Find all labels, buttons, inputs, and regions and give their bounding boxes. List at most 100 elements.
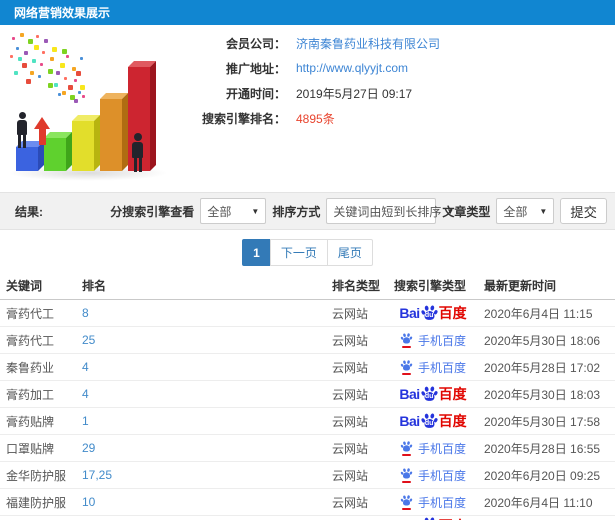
baidu-logo: Bai du 百度 <box>399 385 467 403</box>
page-button-current[interactable]: 1 <box>242 239 271 266</box>
mobile-baidu-paw-icon <box>400 494 413 510</box>
info-label: 推广地址： <box>225 61 286 76</box>
bar-blue <box>16 141 44 171</box>
info-value[interactable]: 济南秦鲁药业科技有限公司 <box>296 35 440 52</box>
engine-view-select[interactable]: 全部 ▼ <box>200 198 267 224</box>
info-row: 会员公司： 济南秦鲁药业科技有限公司 <box>168 33 608 53</box>
header-updated: 最新更新时间 <box>484 279 557 293</box>
updated-cell: 2020年6月4日 11:15 <box>484 306 593 321</box>
title-bar: 网络营销效果展示 <box>0 0 615 25</box>
engine-cell: Bai du 百度 <box>382 385 484 403</box>
mobile-baidu-paw-icon <box>400 440 413 456</box>
baidu-paw-icon: du <box>421 304 438 322</box>
table-row: 膏药代工 8 云网站 Bai du 百度 2020年6月4日 11:15 <box>0 300 615 327</box>
rank-type-cell: 云网站 <box>332 360 369 375</box>
next-page-button[interactable]: 下一页 <box>269 239 328 266</box>
table-header-row: 关键词 排名 排名类型 搜索引擎类型 最新更新时间 <box>0 272 615 300</box>
mobile-baidu-logo: 手机百度 <box>400 359 466 376</box>
header-engine-type: 搜索引擎类型 <box>394 279 467 293</box>
updated-cell: 2020年5月30日 17:58 <box>484 414 601 429</box>
rank-link[interactable]: 17,25 <box>82 468 112 482</box>
page: 网络营销效果展示 会员公司： 济南秦鲁药业科技有限公司 推广地址： http:/… <box>0 0 615 520</box>
sort-select[interactable]: 关键词由短到长排序 ▼ <box>326 198 454 224</box>
keyword-cell: 膏药加工 <box>6 387 55 402</box>
mobile-baidu-paw-icon <box>400 332 413 348</box>
caret-down-icon: ▼ <box>251 206 260 216</box>
rank-type-cell: 云网站 <box>332 333 369 348</box>
sort-label: 排序方式 <box>272 204 321 219</box>
table-row: 福建防护服 10 云网站 手机百度 2020年6月4日 11:10 <box>0 489 615 516</box>
last-page-button[interactable]: 尾页 <box>326 239 373 266</box>
mobile-baidu-logo: 手机百度 <box>400 332 466 349</box>
table-row: 金华防护服 17,25 云网站 手机百度 2020年6月20日 09:25 <box>0 462 615 489</box>
up-arrow-icon <box>34 117 50 145</box>
rank-type-cell: 云网站 <box>332 414 369 429</box>
rank-type-cell: 云网站 <box>332 495 369 510</box>
submit-button[interactable]: 提交 <box>560 198 607 224</box>
article-type-label: 文章类型 <box>442 204 491 219</box>
businessman-figure-left <box>17 112 27 148</box>
updated-cell: 2020年5月28日 16:55 <box>484 441 601 456</box>
table-row: 膏药代工 25 云网站 手机百度 2020年5月30日 18:06 <box>0 327 615 354</box>
rank-link[interactable]: 10 <box>82 495 95 509</box>
rank-type-cell: 云网站 <box>332 468 369 483</box>
engine-cell: 手机百度 <box>382 494 484 511</box>
keyword-cell: 金华防护服 <box>6 468 67 483</box>
baidu-logo: Bai du 百度 <box>399 304 467 322</box>
rank-link[interactable]: 8 <box>82 306 89 320</box>
engine-view-label: 分搜索引擎查看 <box>110 204 195 219</box>
bar-yellow <box>72 115 100 171</box>
updated-cell: 2020年5月28日 17:02 <box>484 360 601 375</box>
table-row: 膏药贴牌 1 云网站 Bai du 百度 2020年5月30日 17:58 <box>0 408 615 435</box>
info-row: 搜索引擎排名： 4895条 <box>168 108 608 128</box>
engine-cell: Bai du 百度 <box>382 412 484 430</box>
page-title: 网络营销效果展示 <box>14 6 111 20</box>
info-value[interactable]: http://www.qlyyjt.com <box>296 61 408 75</box>
keyword-cell: 膏药贴牌 <box>6 414 55 429</box>
caret-down-icon: ▼ <box>539 206 548 216</box>
sort-select-value: 关键词由短到长排序 <box>333 204 442 219</box>
rank-link[interactable]: 1 <box>82 414 89 428</box>
rank-link[interactable]: 4 <box>82 387 89 401</box>
mobile-baidu-logo: 手机百度 <box>400 440 466 457</box>
mobile-baidu-logo: 手机百度 <box>400 467 466 484</box>
article-type-select[interactable]: 全部 ▼ <box>496 198 555 224</box>
rank-link[interactable]: 25 <box>82 333 95 347</box>
mobile-baidu-paw-icon <box>400 359 413 375</box>
bar-orange <box>100 93 128 171</box>
result-label: 结果: <box>15 204 43 219</box>
info-label: 开通时间： <box>225 86 286 101</box>
pagination: 1 下一页 尾页 <box>242 239 373 266</box>
company-info-list: 会员公司： 济南秦鲁药业科技有限公司 推广地址： http://www.qlyy… <box>168 33 608 133</box>
rank-link[interactable]: 29 <box>82 441 95 455</box>
rank-type-cell: 云网站 <box>332 441 369 456</box>
keyword-cell: 膏药代工 <box>6 333 55 348</box>
engine-cell: Bai du 百度 <box>382 516 484 520</box>
baidu-paw-icon: du <box>421 385 438 403</box>
engine-cell: 手机百度 <box>382 440 484 457</box>
table-row: 秦鲁药业 4 云网站 手机百度 2020年5月28日 17:02 <box>0 354 615 381</box>
marketing-chart-image <box>4 27 176 187</box>
header-rank-type: 排名类型 <box>332 279 381 293</box>
article-type-select-value: 全部 <box>503 204 528 219</box>
filter-controls: 分搜索引擎查看 全部 ▼ 排序方式 关键词由短到长排序 ▼ 文章类型 全部 ▼ … <box>110 198 607 224</box>
info-value: 2019年5月27日 09:17 <box>296 86 413 101</box>
businessman-figure-right <box>132 133 143 172</box>
header-keyword: 关键词 <box>6 279 43 293</box>
keyword-cell: 秦鲁药业 <box>6 360 55 375</box>
mobile-baidu-paw-icon <box>400 467 413 483</box>
engine-cell: 手机百度 <box>382 359 484 376</box>
keyword-cell: 福建防护服 <box>6 495 67 510</box>
info-section: 会员公司： 济南秦鲁药业科技有限公司 推广地址： http://www.qlyy… <box>0 25 615 192</box>
pagination-area: 1 下一页 尾页 <box>0 230 615 272</box>
info-value: 4895条 <box>296 111 335 126</box>
rank-link[interactable]: 4 <box>82 360 89 374</box>
keyword-cell: 膏药代工 <box>6 306 55 321</box>
baidu-logo: Bai du 百度 <box>399 412 467 429</box>
engine-cell: Bai du 百度 <box>382 304 484 322</box>
engine-cell: 手机百度 <box>382 467 484 484</box>
keyword-cell: 口罩贴牌 <box>6 441 55 456</box>
engine-cell: 手机百度 <box>382 332 484 349</box>
updated-cell: 2020年5月30日 18:03 <box>484 387 601 402</box>
table-row: 膏药加工 4 云网站 Bai du 百度 2020年5月30日 18:03 <box>0 381 615 408</box>
